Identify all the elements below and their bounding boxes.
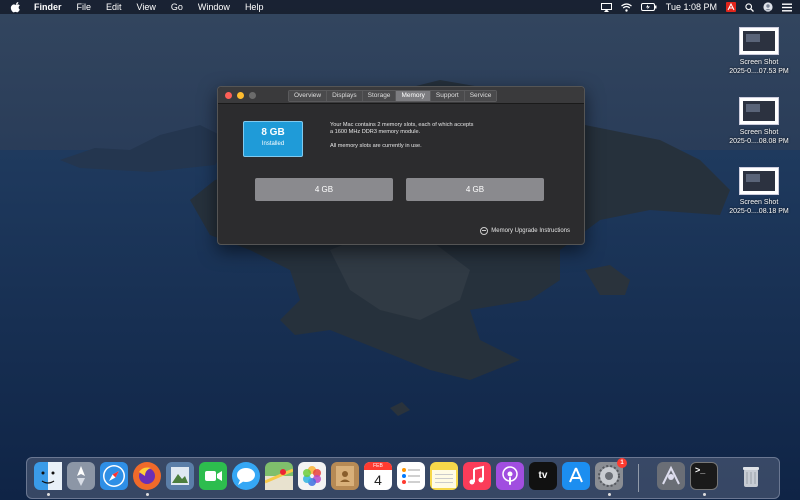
facetime-icon[interactable]	[199, 462, 227, 490]
preview-icon[interactable]	[166, 462, 194, 490]
tab-support[interactable]: Support	[429, 91, 464, 101]
firefox-icon[interactable]	[133, 462, 161, 490]
dock: FEB 4 tv 1 >_	[26, 457, 780, 499]
adobe-icon[interactable]	[726, 2, 736, 12]
info-line-1: Your Mac contains 2 memory slots, each o…	[330, 122, 474, 128]
menu-help[interactable]: Help	[245, 0, 264, 14]
menu-go[interactable]: Go	[171, 0, 183, 14]
tv-label: tv	[538, 470, 548, 481]
calendar-month: FEB	[364, 462, 392, 470]
about-this-mac-window: Overview Displays Storage Memory Support…	[217, 86, 585, 245]
installed-memory-size: 8 GB	[261, 127, 285, 138]
search-icon[interactable]	[745, 2, 754, 12]
memory-slot-1: 4 GB	[255, 178, 393, 201]
menu-clock[interactable]: Tue 1:08 PM	[666, 0, 717, 14]
desktop-wallpaper	[0, 0, 800, 500]
memory-slot-2: 4 GB	[406, 178, 544, 201]
file-subtitle: 2025-0....08.08 PM	[729, 138, 789, 145]
list-icon[interactable]	[782, 3, 792, 12]
tab-displays[interactable]: Displays	[326, 91, 362, 101]
desktop-file-screenshot-2[interactable]: Screen Shot 2025-0....08.08 PM	[721, 97, 797, 146]
installed-label: Installed	[261, 141, 285, 147]
installed-memory-box: 8 GB Installed	[243, 121, 303, 157]
system-preferences-icon[interactable]: 1	[595, 458, 627, 490]
upgrade-link-label: Memory Upgrade Instructions	[491, 228, 570, 234]
tab-storage[interactable]: Storage	[361, 91, 396, 101]
finder-icon[interactable]	[34, 462, 62, 490]
safari-icon[interactable]	[100, 462, 128, 490]
running-indicator	[146, 493, 149, 496]
notes-icon[interactable]	[430, 462, 458, 490]
tab-overview[interactable]: Overview	[289, 91, 327, 101]
file-title: Screen Shot	[739, 199, 779, 206]
screenshot-thumbnail	[739, 27, 779, 55]
menu-view[interactable]: View	[137, 0, 156, 14]
music-icon[interactable]	[463, 462, 491, 490]
trash-icon[interactable]	[737, 462, 765, 490]
tab-service[interactable]: Service	[463, 91, 497, 101]
podcasts-icon[interactable]	[496, 462, 524, 490]
calendar-icon[interactable]: FEB 4	[364, 462, 392, 490]
dock-separator	[638, 464, 639, 492]
menu-file[interactable]: File	[77, 0, 92, 14]
desktop-file-screenshot-1[interactable]: Screen Shot 2025-0....07.53 PM	[721, 27, 797, 76]
messages-icon[interactable]	[232, 462, 260, 490]
launchpad-icon[interactable]	[67, 462, 95, 490]
app-store-icon[interactable]	[562, 462, 590, 490]
memory-upgrade-link[interactable]: Memory Upgrade Instructions	[480, 227, 570, 235]
calendar-day: 4	[374, 472, 382, 488]
notification-badge: 1	[617, 458, 627, 468]
tab-memory[interactable]: Memory	[395, 91, 430, 101]
menu-window[interactable]: Window	[198, 0, 230, 14]
cast-icon[interactable]	[600, 2, 612, 12]
contacts-icon[interactable]	[331, 462, 359, 490]
apple-menu-icon[interactable]	[10, 1, 22, 13]
file-subtitle: 2025-0....07.53 PM	[729, 68, 789, 75]
file-title: Screen Shot	[739, 59, 779, 66]
photos-icon[interactable]	[298, 462, 326, 490]
user-icon[interactable]	[763, 2, 773, 12]
window-titlebar[interactable]: Overview Displays Storage Memory Support…	[218, 87, 584, 104]
info-line-3: All memory slots are currently in use.	[330, 143, 422, 150]
menu-app-name[interactable]: Finder	[34, 0, 62, 14]
screenshot-thumbnail	[739, 167, 779, 195]
tab-bar: Overview Displays Storage Memory Support…	[288, 90, 498, 102]
arrow-circle-icon	[480, 227, 489, 235]
file-subtitle: 2025-0....08.18 PM	[729, 208, 789, 215]
info-line-2: a 1600 MHz DDR3 memory module.	[330, 129, 421, 136]
running-indicator	[703, 493, 706, 496]
maps-icon[interactable]	[264, 462, 294, 490]
menu-bar: Finder File Edit View Go Window Help Tue…	[0, 0, 800, 14]
zoom-button[interactable]	[249, 92, 256, 99]
running-indicator	[608, 493, 611, 496]
screenshot-thumbnail	[739, 97, 779, 125]
battery-icon[interactable]	[640, 3, 657, 11]
reminders-icon[interactable]	[397, 462, 425, 490]
minimize-button[interactable]	[237, 92, 244, 99]
terminal-prompt: >_	[695, 465, 706, 475]
close-button[interactable]	[225, 92, 232, 99]
memory-info-text: Your Mac contains 2 memory slots, each o…	[330, 122, 550, 158]
terminal-icon[interactable]: >_	[690, 462, 718, 490]
utility-icon[interactable]	[657, 462, 685, 490]
desktop-file-screenshot-3[interactable]: Screen Shot 2025-0....08.18 PM	[721, 167, 797, 216]
menu-edit[interactable]: Edit	[106, 0, 122, 14]
tv-icon[interactable]: tv	[529, 462, 557, 490]
file-title: Screen Shot	[739, 129, 779, 136]
wifi-icon[interactable]	[620, 2, 632, 12]
running-indicator	[47, 493, 50, 496]
